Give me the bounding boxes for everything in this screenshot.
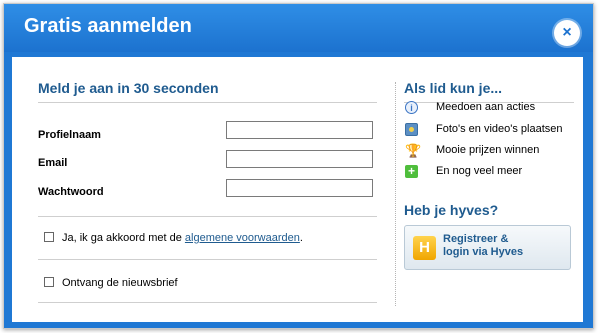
email-label: Email: [38, 157, 68, 169]
close-button[interactable]: ×: [554, 20, 580, 46]
signup-dialog: Gratis aanmelden × Meld je aan in 30 sec…: [3, 3, 594, 329]
divider: [38, 302, 377, 303]
terms-label: Ja, ik ga akkoord met de algemene voorwa…: [62, 232, 303, 244]
info-icon: i: [405, 101, 418, 114]
divider: [38, 216, 377, 217]
hyves-login-button[interactable]: H Registreer & login via Hyves: [404, 225, 571, 270]
plus-icon: +: [405, 165, 418, 178]
password-label: Wachtwoord: [38, 186, 104, 198]
dialog-title-bar: Gratis aanmelden ×: [4, 4, 593, 52]
profile-name-label: Profielnaam: [38, 129, 101, 141]
newsletter-label: Ontvang de nieuwsbrief: [62, 277, 178, 289]
dialog-content: Meld je aan in 30 seconden Profielnaam E…: [12, 57, 583, 322]
trophy-icon: 🏆: [405, 143, 422, 158]
terms-link[interactable]: algemene voorwaarden: [185, 232, 300, 244]
photo-icon: [405, 123, 418, 136]
benefit-item: Foto's en video's plaatsen: [436, 123, 563, 135]
terms-label-prefix: Ja, ik ga akkoord met de: [62, 232, 185, 244]
hyves-button-line2: login via Hyves: [443, 246, 524, 258]
profile-name-input[interactable]: [226, 121, 373, 139]
signup-heading: Meld je aan in 30 seconden: [38, 80, 219, 96]
hyves-logo-icon: H: [413, 236, 436, 260]
email-input[interactable]: [226, 150, 373, 168]
benefit-item: En nog veel meer: [436, 165, 523, 177]
hyves-button-line1: Registreer &: [443, 233, 509, 245]
divider: [38, 102, 377, 103]
benefits-heading: Als lid kun je...: [404, 80, 503, 96]
benefit-item: Mooie prijzen winnen: [436, 144, 540, 156]
newsletter-checkbox[interactable]: [44, 277, 54, 287]
benefit-item: Meedoen aan acties: [436, 101, 536, 113]
terms-label-suffix: .: [299, 232, 303, 244]
dialog-title: Gratis aanmelden: [24, 15, 192, 37]
close-icon: ×: [562, 24, 572, 41]
password-input[interactable]: [226, 179, 373, 197]
terms-checkbox[interactable]: [44, 232, 54, 242]
divider: [38, 259, 377, 260]
hyves-button-label: Registreer & login via Hyves: [443, 233, 563, 259]
hyves-heading: Heb je hyves?: [404, 202, 499, 218]
column-divider: [395, 82, 396, 306]
